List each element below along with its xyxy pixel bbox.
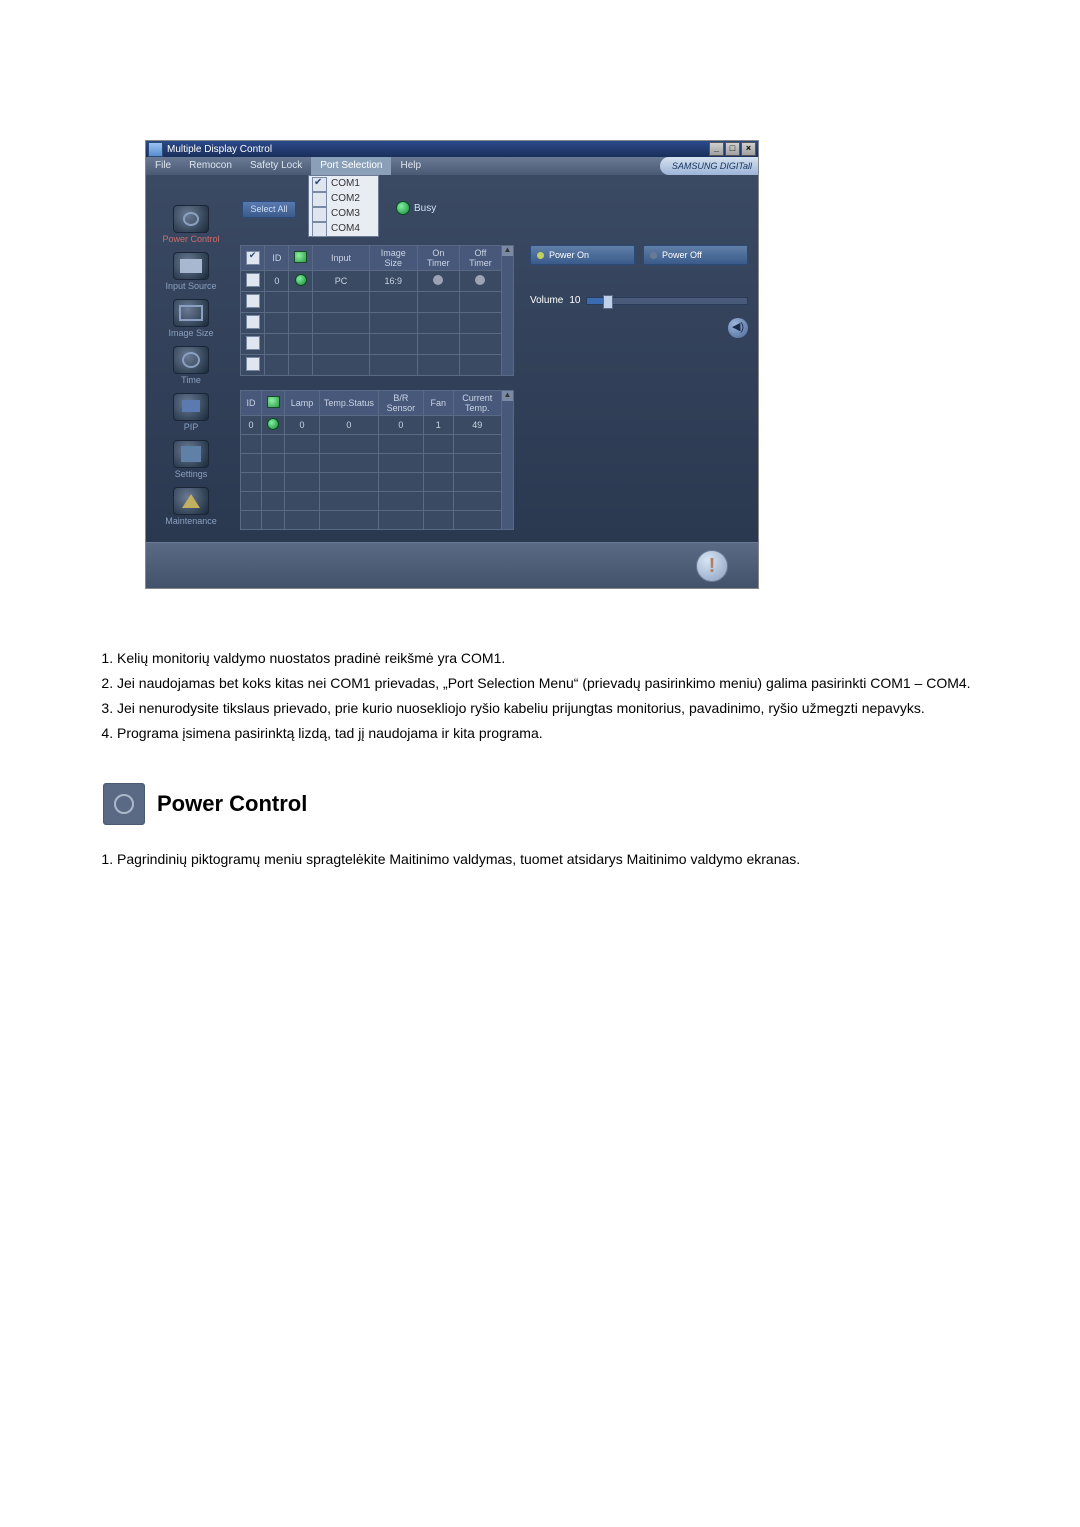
busy-indicator: Busy xyxy=(396,201,436,215)
col-current-temp: Current Temp. xyxy=(453,391,501,416)
menubar: File Remocon Safety Lock Port Selection … xyxy=(146,157,758,175)
led-off-icon xyxy=(650,252,657,259)
col-input: Input xyxy=(313,246,369,271)
check-icon xyxy=(312,177,327,192)
col-temp-status: Temp.Status xyxy=(319,391,378,416)
status-led-icon xyxy=(294,251,307,263)
select-all-button[interactable]: Select All xyxy=(242,201,296,218)
note-item: Kelių monitorių valdymo nuostatos pradin… xyxy=(117,649,1005,668)
port-option-com4[interactable]: COM4 xyxy=(309,221,378,236)
table-row[interactable] xyxy=(241,492,514,511)
busy-led-icon xyxy=(396,201,410,215)
col-on-timer: On Timer xyxy=(417,246,459,271)
settings-icon xyxy=(173,440,209,468)
menu-help[interactable]: Help xyxy=(391,157,430,175)
sidebar: Power Control Input Source Image Size Ti… xyxy=(146,175,236,542)
menu-file[interactable]: File xyxy=(146,157,180,175)
col-id: ID xyxy=(241,391,262,416)
power-off-button[interactable]: Power Off xyxy=(643,245,748,265)
port-selection-dropdown: COM1 COM2 COM3 COM4 xyxy=(308,175,379,237)
section-title: Power Control xyxy=(157,791,307,817)
titlebar: Multiple Display Control _ □ × xyxy=(146,141,758,157)
port-option-com1[interactable]: COM1 xyxy=(309,176,378,191)
image-size-icon xyxy=(173,299,209,327)
note-item: Jei naudojamas bet koks kitas nei COM1 p… xyxy=(117,674,1005,693)
slider-knob[interactable] xyxy=(603,295,613,309)
table-row[interactable] xyxy=(241,435,514,454)
status-dot-icon xyxy=(295,274,307,286)
minimize-button[interactable]: _ xyxy=(709,142,724,156)
table-row[interactable]: 0 0 0 0 1 49 xyxy=(241,416,514,435)
app-window-screenshot: Multiple Display Control _ □ × File Remo… xyxy=(145,140,759,589)
menu-port-selection[interactable]: Port Selection xyxy=(311,157,391,175)
row-checkbox[interactable] xyxy=(246,273,260,287)
sidebar-item-maintenance[interactable]: Maintenance xyxy=(151,487,231,526)
app-icon xyxy=(148,142,163,157)
close-button[interactable]: × xyxy=(741,142,756,156)
col-id: ID xyxy=(265,246,289,271)
volume-label: Volume xyxy=(530,295,563,306)
table1-scrollbar[interactable]: ▲ xyxy=(501,246,513,376)
maintenance-icon xyxy=(173,487,209,515)
col-off-timer: Off Timer xyxy=(459,246,501,271)
sidebar-item-input-source[interactable]: Input Source xyxy=(151,252,231,291)
menu-remocon[interactable]: Remocon xyxy=(180,157,241,175)
table-row[interactable] xyxy=(241,511,514,530)
pip-icon xyxy=(173,393,209,421)
window-title: Multiple Display Control xyxy=(167,144,708,155)
speaker-icon[interactable]: ◀) xyxy=(728,318,748,338)
notes-list: Kelių monitorių valdymo nuostatos pradin… xyxy=(95,649,1005,743)
power-control-section-icon xyxy=(103,783,145,825)
input-source-icon xyxy=(173,252,209,280)
table2-scrollbar[interactable]: ▲ xyxy=(501,391,513,530)
sidebar-item-settings[interactable]: Settings xyxy=(151,440,231,479)
controls-panel: Power On Power Off Volume 10 ◀) xyxy=(520,175,758,542)
status-bar: ! xyxy=(146,542,758,588)
table-row[interactable] xyxy=(241,313,514,334)
port-option-com3[interactable]: COM3 xyxy=(309,206,378,221)
note-item: Jei nenurodysite tikslaus prievado, prie… xyxy=(117,699,1005,718)
header-checkbox[interactable] xyxy=(246,251,260,265)
volume-value: 10 xyxy=(569,295,580,306)
timer-off-icon xyxy=(433,275,443,285)
timer-off-icon xyxy=(475,275,485,285)
display-table: ID Input Image Size On Timer Off Timer ▲… xyxy=(240,245,514,376)
table-row[interactable] xyxy=(241,292,514,313)
col-lamp: Lamp xyxy=(285,391,320,416)
table-row[interactable]: 0 PC 16:9 xyxy=(241,271,514,292)
brand-label: SAMSUNG DIGITall xyxy=(660,157,758,175)
sidebar-item-time[interactable]: Time xyxy=(151,346,231,385)
section-notes-list: Pagrindinių piktogramų meniu spragtelėki… xyxy=(95,850,1005,869)
sidebar-item-image-size[interactable]: Image Size xyxy=(151,299,231,338)
status-led-icon xyxy=(267,396,280,408)
warning-icon: ! xyxy=(696,550,728,582)
menu-safety-lock[interactable]: Safety Lock xyxy=(241,157,311,175)
note-item: Programa įsimena pasirinktą lizdą, tad j… xyxy=(117,724,1005,743)
status-dot-icon xyxy=(267,418,279,430)
volume-slider[interactable] xyxy=(586,297,748,305)
sensor-table: ID Lamp Temp.Status B/R Sensor Fan Curre… xyxy=(240,390,514,530)
maximize-button[interactable]: □ xyxy=(725,142,740,156)
power-on-button[interactable]: Power On xyxy=(530,245,635,265)
col-br-sensor: B/R Sensor xyxy=(378,391,423,416)
note-item: Pagrindinių piktogramų meniu spragtelėki… xyxy=(117,850,1005,869)
time-icon xyxy=(173,346,209,374)
scroll-up-icon[interactable]: ▲ xyxy=(502,391,513,401)
col-image-size: Image Size xyxy=(369,246,417,271)
sidebar-item-pip[interactable]: PIP xyxy=(151,393,231,432)
power-icon xyxy=(173,205,209,233)
volume-row: Volume 10 xyxy=(530,295,748,306)
sidebar-item-power-control[interactable]: Power Control xyxy=(151,205,231,244)
col-fan: Fan xyxy=(423,391,453,416)
table-row[interactable] xyxy=(241,334,514,355)
table-row[interactable] xyxy=(241,454,514,473)
scroll-up-icon[interactable]: ▲ xyxy=(502,246,513,256)
table-row[interactable] xyxy=(241,473,514,492)
table-row[interactable] xyxy=(241,355,514,376)
led-on-icon xyxy=(537,252,544,259)
section-heading: Power Control xyxy=(103,783,1005,825)
port-option-com2[interactable]: COM2 xyxy=(309,191,378,206)
